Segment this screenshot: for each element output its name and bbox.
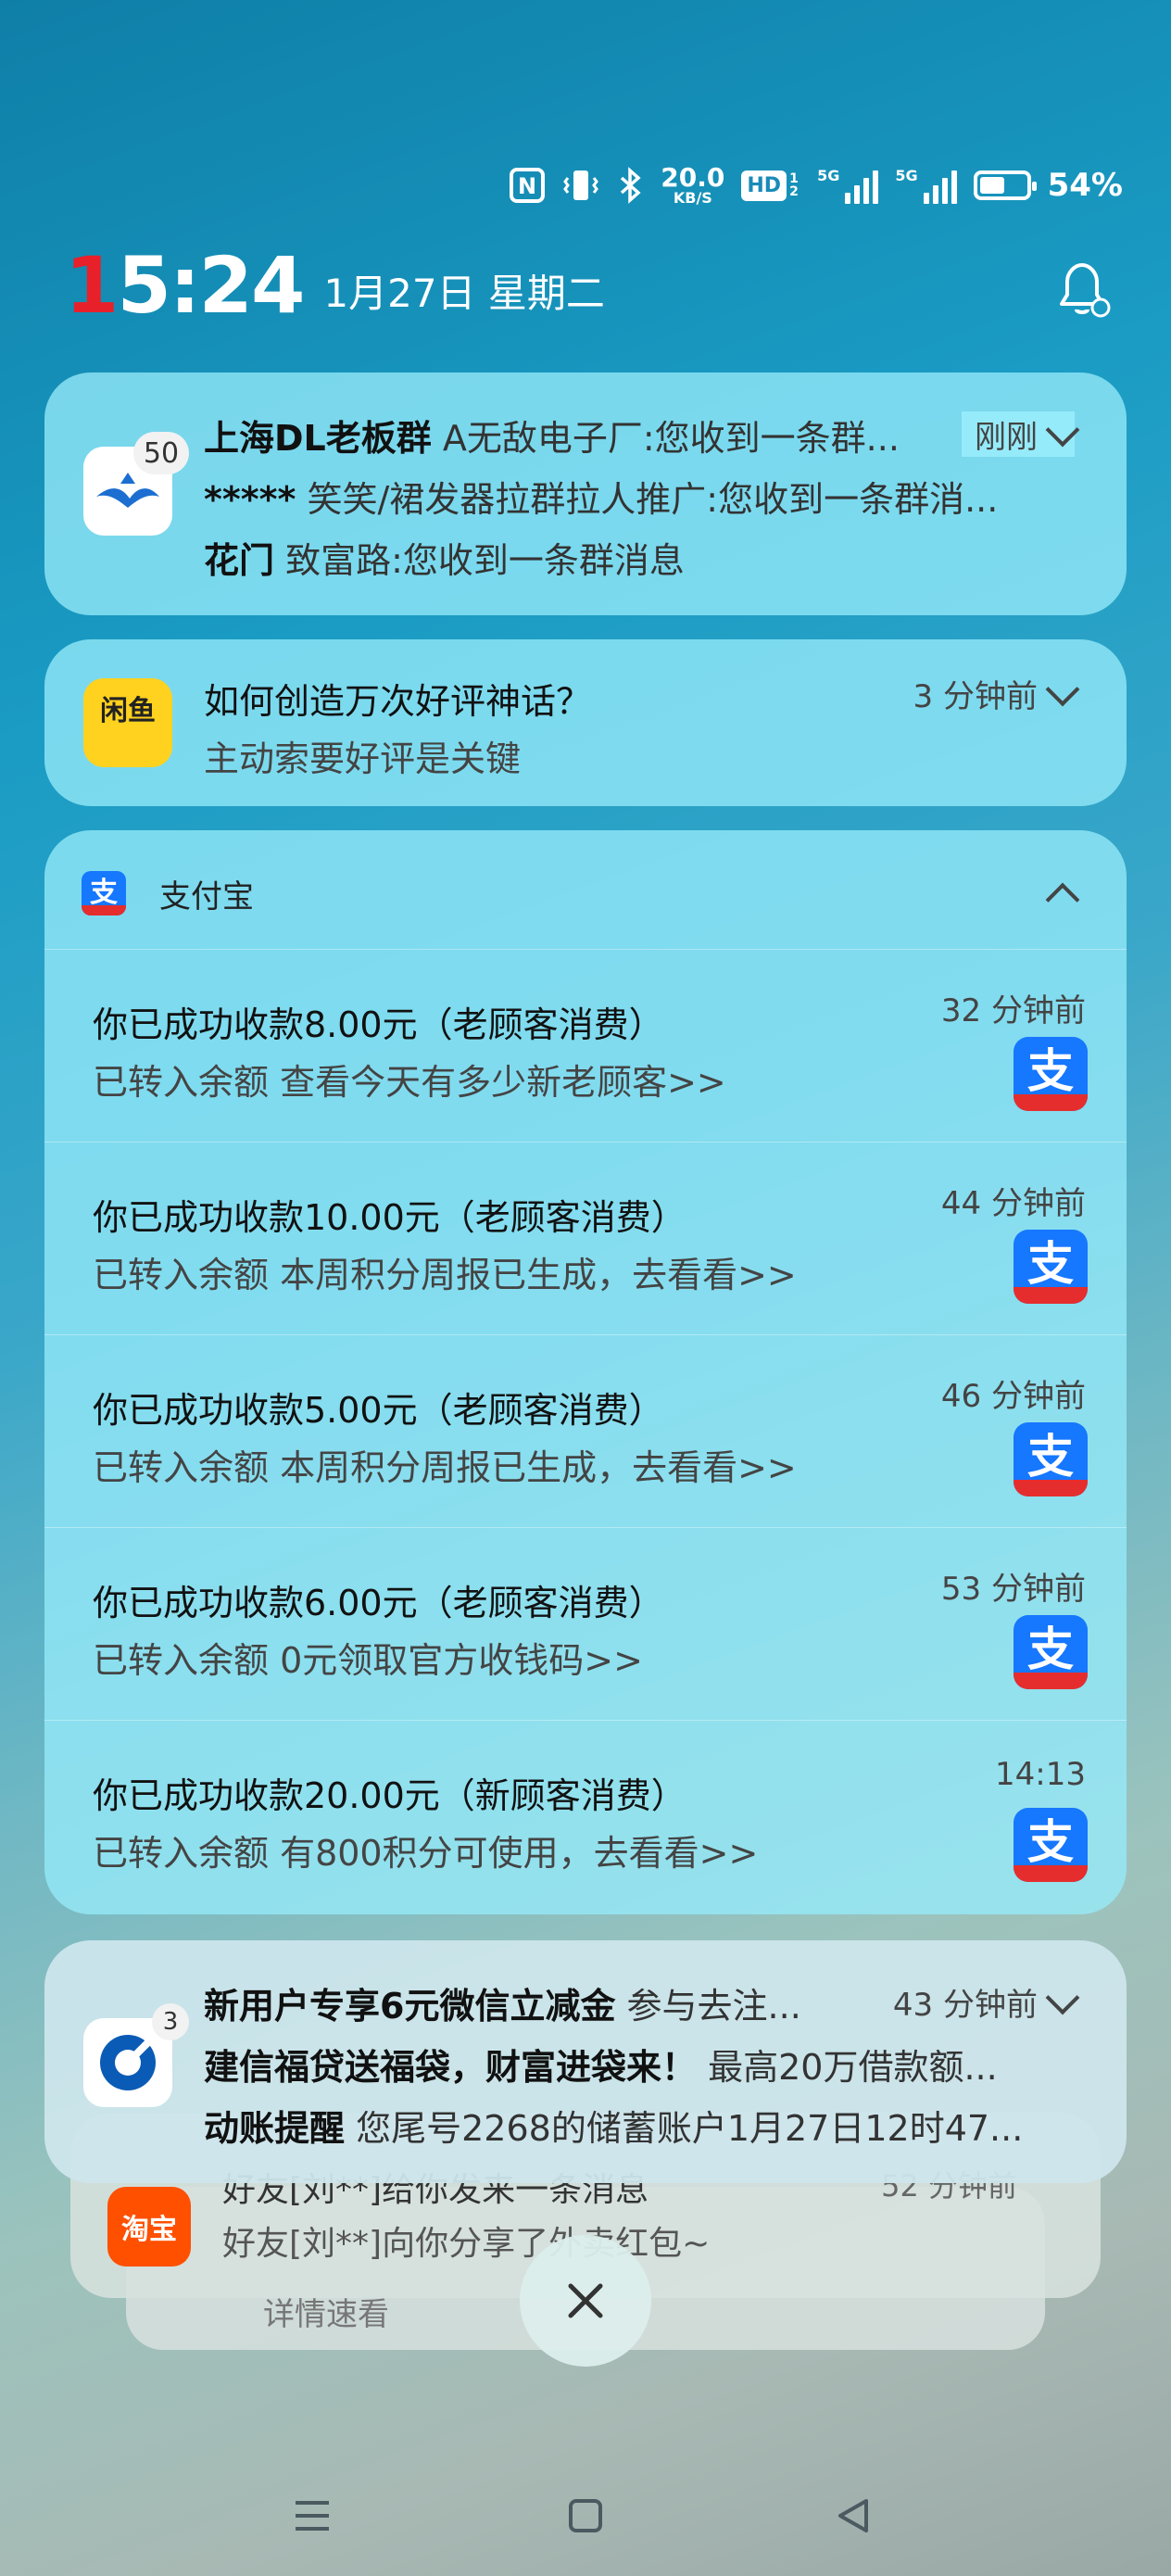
hd-icon: HD 1 2 xyxy=(741,165,800,206)
alipay-item-title: 你已成功收款8.00元（老顾客消费） xyxy=(93,1004,664,1045)
chat-line-1: 上海DL老板群 A无敌电子厂:您收到一条群... xyxy=(204,418,900,459)
alipay-item-time: 14:13 xyxy=(995,1756,1086,1793)
alipay-item-body: 已转入余额 本周积分周报已生成，去看看>> xyxy=(93,1255,797,1295)
alipay-item[interactable]: 你已成功收款8.00元（老顾客消费） 已转入余额 查看今天有多少新老顾客>> 3… xyxy=(44,949,1127,1142)
alipay-icon: 支 xyxy=(1014,1808,1088,1882)
collapse-chevron-icon[interactable] xyxy=(1045,882,1080,917)
ccb-line-1: 新用户专享6元微信立减金 参与去注... xyxy=(204,1986,801,2027)
ccb-app-icon: 3 xyxy=(83,2003,189,2107)
xianyu-meta: 3 分钟前 xyxy=(913,671,1080,716)
expand-chevron-icon[interactable] xyxy=(1045,672,1080,706)
net-speed: 20.0 KB/S xyxy=(661,162,725,207)
bluetooth-icon xyxy=(616,165,644,206)
home-icon[interactable] xyxy=(553,2483,618,2548)
xianyu-app-icon: 闲鱼 xyxy=(83,678,172,767)
clock: 15:24 xyxy=(65,240,305,331)
ccb-line-2: 建信福贷送福袋，财富进袋来！ 最高20万借款额... xyxy=(204,2047,998,2088)
notification-xianyu[interactable]: 闲鱼 如何创造万次好评神话？ 主动索要好评是关键 3 分钟前 xyxy=(44,639,1127,806)
unread-badge: 3 xyxy=(152,2003,189,2040)
alipay-icon: 支 xyxy=(1014,1615,1088,1689)
notification-group-chat[interactable]: 50 上海DL老板群 A无敌电子厂:您收到一条群... ***** 笑笑/裙发器… xyxy=(44,373,1127,615)
alipay-app-icon: 支 xyxy=(82,871,126,915)
unread-badge: 50 xyxy=(133,432,189,474)
alipay-item-body: 已转入余额 查看今天有多少新老顾客>> xyxy=(93,1062,726,1103)
alipay-item-title: 你已成功收款6.00元（老顾客消费） xyxy=(93,1583,664,1623)
signal-icon-sim1: 5G xyxy=(817,167,879,204)
date: 1月27日 星期二 xyxy=(323,271,605,316)
taobao-app-icon: 淘宝 xyxy=(107,2187,191,2267)
alipay-group-header: 支 支付宝 xyxy=(82,865,254,921)
alipay-item-time: 32 分钟前 xyxy=(940,992,1086,1029)
notification-group-alipay[interactable]: 支 支付宝 你已成功收款8.00元（老顾客消费） 已转入余额 查看今天有多少新老… xyxy=(44,830,1127,1914)
alipay-item-time: 46 分钟前 xyxy=(940,1378,1086,1415)
alipay-item[interactable]: 你已成功收款6.00元（老顾客消费） 已转入余额 0元领取官方收钱码>> 53 … xyxy=(44,1527,1127,1720)
alipay-item[interactable]: 你已成功收款20.00元（新顾客消费） 已转入余额 有800积分可使用，去看看>… xyxy=(44,1720,1127,1913)
alipay-app-name: 支付宝 xyxy=(159,878,254,915)
close-icon xyxy=(568,2283,603,2318)
chat-meta: 刚刚 xyxy=(962,411,1080,457)
xianyu-body: 主动索要好评是关键 xyxy=(204,739,522,779)
notification-settings-bell-icon[interactable] xyxy=(1049,256,1115,322)
chat-app-icon: 50 xyxy=(83,432,189,536)
back-icon[interactable] xyxy=(821,2483,886,2548)
alipay-item-title: 你已成功收款5.00元（老顾客消费） xyxy=(93,1390,664,1431)
expand-chevron-icon[interactable] xyxy=(1045,412,1080,447)
battery-percent: 54% xyxy=(1047,167,1123,204)
alipay-item-time: 44 分钟前 xyxy=(940,1185,1086,1222)
chat-line-2: ***** 笑笑/裙发器拉群拉人推广:您收到一条群消... xyxy=(204,479,999,520)
expand-chevron-icon[interactable] xyxy=(1045,1980,1080,2014)
alipay-item-time: 53 分钟前 xyxy=(940,1571,1086,1608)
ccb-line-3: 动账提醒 您尾号2268的储蓄账户1月27日12时47... xyxy=(204,2108,1024,2149)
lockscreen-header: 15:24 1月27日 星期二 xyxy=(65,232,1115,324)
alipay-item-title: 你已成功收款10.00元（老顾客消费） xyxy=(93,1197,686,1238)
svg-text:N: N xyxy=(518,173,536,199)
vibrate-icon xyxy=(562,165,599,206)
alipay-item-title: 你已成功收款20.00元（新顾客消费） xyxy=(93,1775,686,1816)
signal-icon-sim2: 5G xyxy=(895,167,957,204)
taobao-body: 好友[刘**]向你分享了外卖红包~ xyxy=(222,2225,711,2263)
menu-icon[interactable] xyxy=(280,2483,345,2548)
ccb-meta: 43 分钟前 xyxy=(893,1979,1080,2025)
clear-all-button[interactable] xyxy=(520,2235,651,2367)
notification-ccb[interactable]: 3 新用户专享6元微信立减金 参与去注... 建信福贷送福袋，财富进袋来！ 最高… xyxy=(44,1940,1127,2183)
status-bar: N 20.0 KB/S HD 1 2 5G 5G 54% xyxy=(509,158,1123,213)
nfc-icon: N xyxy=(509,165,546,206)
chat-line-3: 花门 致富路:您收到一条群消息 xyxy=(204,540,685,581)
alipay-item[interactable]: 你已成功收款5.00元（老顾客消费） 已转入余额 本周积分周报已生成，去看看>>… xyxy=(44,1334,1127,1527)
alipay-item-body: 已转入余额 有800积分可使用，去看看>> xyxy=(93,1833,759,1874)
alipay-icon: 支 xyxy=(1014,1230,1088,1304)
alipay-icon: 支 xyxy=(1014,1037,1088,1111)
alipay-icon: 支 xyxy=(1014,1422,1088,1496)
alipay-item-body: 已转入余额 0元领取官方收钱码>> xyxy=(93,1640,643,1681)
navigation-bar xyxy=(0,2483,1171,2548)
battery-icon xyxy=(973,170,1037,200)
alipay-item-body: 已转入余额 本周积分周报已生成，去看看>> xyxy=(93,1447,797,1488)
alipay-item[interactable]: 你已成功收款10.00元（老顾客消费） 已转入余额 本周积分周报已生成，去看看>… xyxy=(44,1142,1127,1334)
